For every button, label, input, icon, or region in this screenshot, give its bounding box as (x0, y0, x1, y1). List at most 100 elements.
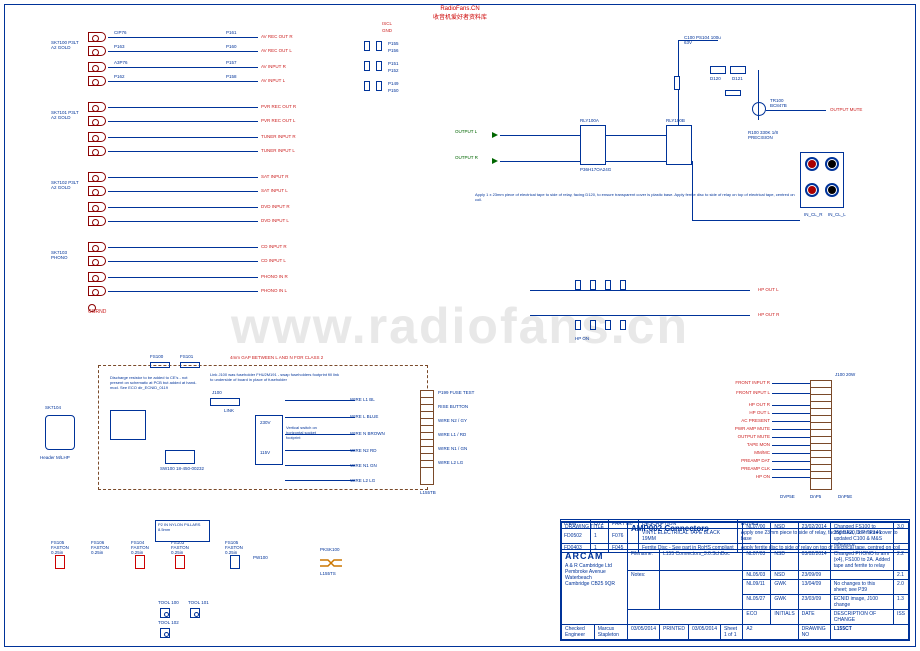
sil-ref: PKSK100 (320, 547, 340, 552)
hp-out-l: HP OUT L (758, 287, 779, 292)
j-sig-5: PWR AMP MUTE (680, 426, 770, 431)
rev-3-3: No changes to this sheet; see P39 (830, 580, 893, 595)
speaker-terminal-block (800, 152, 844, 208)
cap-c100 (674, 76, 680, 90)
fs100 (150, 362, 170, 368)
discharge-note: Discharge resistor to be added to CE's -… (110, 375, 200, 390)
p-0-3a: P162 (114, 74, 125, 79)
manager: Marcus Stapleton (594, 625, 627, 640)
rev-4-2: 23/03/09 (798, 595, 830, 610)
r100-label: R100 330K 1/8 PRECISION (748, 130, 798, 140)
rev-2-4: 2.1 (893, 571, 908, 580)
chassis-gnd-icon (88, 304, 96, 312)
vswitch-note: Vertical switch on horizontal socket foo… (286, 425, 326, 440)
jack-dvd-r (88, 202, 106, 212)
printed-label: PRINTED (660, 625, 689, 640)
out-r-arrow (492, 158, 498, 164)
gnd-ref-1: P156 (388, 48, 399, 53)
out-r-label: OUTPUT R (455, 155, 478, 160)
hp-c0 (575, 280, 581, 290)
rev-1-1: NSD (771, 550, 798, 571)
hp-c5 (590, 320, 596, 330)
wire-1: WIRE L BLUE (350, 414, 378, 419)
jack-cd-r (88, 242, 106, 252)
sig-0-1: AV REC OUT L (261, 48, 292, 53)
faston-4 (230, 555, 240, 569)
faston-lbl-4: FS105 FASTON 0.25in (225, 540, 255, 555)
faston-section: FS105 FASTON 0.25in FS106 FASTON 0.25in … (55, 545, 295, 595)
faston-lbl-0: FS105 FASTON 0.25in (51, 540, 81, 555)
rev-2-1: NSD (771, 571, 798, 580)
p-0-2b: P157 (226, 60, 237, 65)
diode-d121 (730, 66, 746, 74)
gnd-ref-3: P152 (388, 68, 399, 73)
wire-2: WIRE N BROWN (350, 431, 385, 436)
jack-av-in-r (88, 62, 106, 72)
terminal-r-neg (825, 157, 839, 171)
notes-label: Notes: (627, 571, 659, 610)
fs101-lbl: FS101 (180, 354, 193, 359)
faston-3 (175, 555, 185, 569)
checked-label: Checked Engineer (562, 625, 595, 640)
hp-c4 (575, 320, 581, 330)
jack-cd-l (88, 256, 106, 266)
d121: D121 (732, 76, 743, 81)
arcam-logo: ARCAM (565, 551, 624, 561)
header-mlhp: Header M/LHP (40, 455, 70, 460)
rconn-2: WIRE N2 / GY (438, 418, 467, 423)
term-l: IN_CL_L (828, 212, 846, 217)
j-sig-9: PREAMP DAT (680, 458, 770, 463)
gnd-ref-0: P155 (388, 41, 399, 46)
v230: 230V (260, 420, 271, 425)
rlya: RLY100A (580, 118, 599, 123)
jack-phono-l (88, 286, 106, 296)
rev-5-4: ISS (893, 610, 908, 625)
rev-4-1: GWK (771, 595, 798, 610)
sig-0-0: AV REC OUT R (261, 34, 293, 39)
gnd-comp-1 (376, 41, 382, 51)
rev-4-0: NL05/27 (743, 595, 771, 610)
gnd-ref-4: P149 (388, 81, 399, 86)
j-sig-10: PREAMP CLK (680, 466, 770, 471)
discharge-box (110, 410, 146, 440)
j100-lbl: J100 (212, 390, 222, 395)
p-0-1a: P163 (114, 44, 125, 49)
v115: 115V (260, 450, 270, 455)
arcam-address: A & R Cambridge Ltd Pembroke Avenue Wate… (565, 563, 624, 587)
j-sig-2: HP OUT R (680, 402, 770, 407)
filename-label: Filename: (627, 550, 659, 571)
terminal-r-pos (805, 157, 819, 171)
nylon-box-section: P2 IN NYLON PILLARS 8.5mm (155, 520, 215, 542)
gnd-ref-2: P151 (388, 61, 399, 66)
rlyb: RLY100B (666, 118, 685, 123)
j-sig-6: OUTPUT MUTE (680, 434, 770, 439)
jack-av-rec-l (88, 46, 106, 56)
faston-lbl-2: FS104 FASTON 0.25in (131, 540, 161, 555)
tr100: TR100 BC847B (770, 98, 800, 108)
nylon-label: P2 IN NYLON PILLARS 8.5mm (158, 522, 208, 532)
rev-4-3: ECNID image, J100 change (830, 595, 893, 610)
j100-section: J100 20W FRONT INPUT R FRONT INPUT L HP … (680, 380, 880, 500)
sig-1-1: PVR REC OUT L (261, 118, 295, 123)
drawing-title: AMP002 Connectors (631, 524, 709, 533)
jack-tuner-r (88, 132, 106, 142)
jack-sat-r (88, 172, 106, 182)
gnd-comp-2 (364, 61, 370, 71)
tool-101 (190, 608, 200, 618)
gap-note: 4mm GAP BETWEEN L AND N FOR CLASS 2 (230, 355, 323, 360)
drawing-no-label: DRAWING NO (798, 625, 830, 640)
p-0-3b: P158 (226, 74, 237, 79)
rconn-1: RISE BUTTON (438, 404, 468, 409)
hp-c1 (590, 280, 596, 290)
rev-1-4: 2.2 (893, 550, 908, 571)
sig-3-1: CD INPUT L (261, 258, 286, 263)
rev-2-0: NL05/03 (743, 571, 771, 580)
sig-2-0: SAT INPUT R (261, 174, 289, 179)
rev-4-4: 1.3 (893, 595, 908, 610)
link-note: Link J100 was fuseholder FHU2M191 - swap… (210, 372, 340, 382)
group-label-0: SK7100 P3LT A2 GOLD (51, 40, 81, 50)
input-jacks-section: SK7100 P3LT A2 GOLD CIP76 P161 AV REC OU… (56, 32, 316, 322)
j-sig-4: AC PRESENT (680, 418, 770, 423)
sig-3-3: PHONO IN L (261, 288, 287, 293)
sw100 (165, 450, 195, 464)
